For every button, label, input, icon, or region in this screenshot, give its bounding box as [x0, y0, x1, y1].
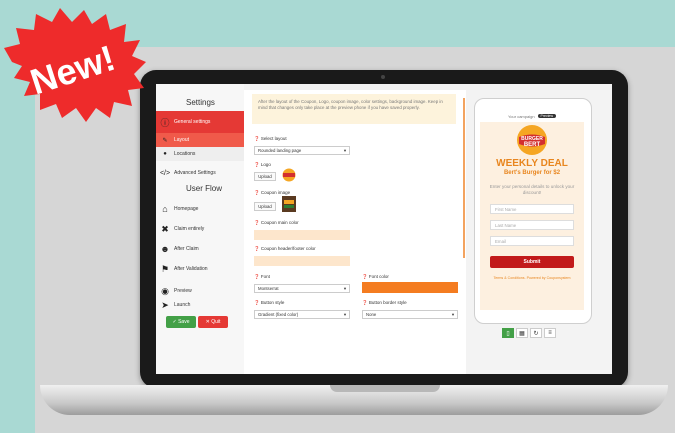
flag-icon: ⚑ — [160, 263, 170, 274]
coupon-image-thumbnail — [282, 196, 296, 212]
sidebar-item-label: Advanced Settings — [174, 170, 216, 176]
font-label-text: Font — [260, 274, 270, 279]
email-field[interactable]: Email — [490, 236, 574, 246]
preview-instructions: Enter your personal details to unlock yo… — [489, 184, 575, 195]
sidebar-item-launch[interactable]: ➤ Launch — [156, 294, 226, 316]
sidebar-item-label: Claim entirely — [174, 226, 205, 232]
font-select[interactable]: Montserrat ▾ — [254, 284, 350, 293]
app-screen: Settings ⓘ General settings ✎ Layout ● L… — [156, 84, 612, 374]
button-border-select[interactable]: None ▾ — [362, 310, 458, 319]
submit-button[interactable]: Submit — [490, 256, 574, 268]
user-icon: ☻ — [160, 244, 170, 254]
quit-button[interactable]: ✕ Quit — [198, 316, 228, 328]
mobile-icon: ▯ — [506, 330, 510, 337]
layout-label-text: Select layout — [260, 136, 287, 141]
header-footer-color-picker[interactable] — [254, 256, 350, 266]
quit-label: Quit — [211, 319, 221, 325]
layout-select-value: Rounded landing page — [258, 148, 302, 153]
burger-bert-logo: BURGER BERT — [517, 125, 547, 155]
chevron-down-icon: ▾ — [451, 311, 454, 317]
logo-thumbnail — [282, 168, 296, 182]
user-flow-heading: User Flow — [186, 184, 223, 193]
upload-label: Upload — [258, 174, 272, 179]
device-tablet-button[interactable]: ▦ — [516, 328, 528, 338]
code-icon: </> — [159, 169, 171, 177]
sidebar-item-homepage[interactable]: ⌂ Homepage — [156, 198, 244, 220]
sidebar-item-label: After Claim — [174, 246, 199, 252]
header-footer-label-text: Coupon header/footer color — [260, 246, 316, 251]
home-icon: ⌂ — [162, 204, 168, 214]
save-label: Save — [178, 319, 190, 325]
button-style-select-value: Gradient (fixed color) — [258, 312, 299, 317]
chevron-down-icon: ▾ — [343, 311, 346, 317]
font-color-label: ❓ Font color — [362, 274, 389, 279]
coupon-image-label-text: Coupon image — [260, 190, 291, 195]
device-mobile-button[interactable]: ▯ — [502, 328, 514, 338]
logo-label: ❓ Logo — [254, 162, 271, 167]
laptop-hinge-notch — [330, 385, 440, 392]
chevron-down-icon: ▾ — [343, 285, 346, 291]
save-button[interactable]: ✓ Save — [166, 316, 196, 328]
coupon-image-upload-button[interactable]: Upload — [254, 202, 276, 211]
send-icon: ➤ — [161, 299, 169, 310]
sidebar-item-claim[interactable]: ✖ Claim entirely — [156, 218, 244, 240]
refresh-button[interactable]: ↻ — [530, 328, 542, 338]
preview-divider — [463, 98, 465, 258]
preview-headline: WEEKLY DEAL — [496, 158, 568, 169]
sidebar-item-label: Launch — [174, 302, 191, 308]
sidebar-item-label: Locations — [174, 151, 196, 157]
main-color-picker[interactable] — [254, 230, 350, 240]
phone-preview-screen: Your campaign Preview BURGER BERT WEEKLY… — [480, 110, 584, 310]
button-border-label: ❓ Button border style — [362, 300, 407, 305]
font-color-label-text: Font color — [368, 274, 389, 279]
sidebar-item-advanced-settings[interactable]: </> Advanced Settings — [156, 162, 244, 184]
logo-label-text: Logo — [260, 162, 271, 167]
refresh-icon: ↻ — [533, 330, 539, 337]
main-color-label-text: Coupon main color — [260, 220, 299, 225]
settings-button[interactable]: ≡ — [544, 328, 556, 338]
first-name-field[interactable]: First Name — [490, 204, 574, 214]
main-color-label: ❓ Coupon main color — [254, 220, 299, 225]
font-label: ❓ Font — [254, 274, 270, 279]
button-border-label-text: Button border style — [368, 300, 407, 305]
layout-label: ❓ Select layout — [254, 136, 287, 141]
sidebar-item-label: After Validation — [174, 266, 208, 272]
logo-line2: BERT — [524, 142, 541, 148]
preview-subhead: Bert's Burger for $2 — [503, 170, 561, 176]
preview-top-text: Your campaign — [508, 113, 535, 119]
settings-form: After the layout of the Coupon, Logo, co… — [244, 90, 466, 374]
sidebar-item-after-validation[interactable]: ⚑ After Validation — [156, 258, 244, 280]
font-select-value: Montserrat — [258, 286, 279, 291]
font-color-picker[interactable] — [362, 282, 458, 293]
button-style-select[interactable]: Gradient (fixed color) ▾ — [254, 310, 350, 319]
button-border-select-value: None — [366, 312, 377, 317]
close-icon: ✖ — [161, 223, 169, 234]
sidebar-item-label: Homepage — [174, 206, 199, 212]
button-style-label-text: Button style — [260, 300, 285, 305]
pin-icon: ● — [163, 151, 167, 157]
layout-select[interactable]: Rounded landing page ▾ — [254, 146, 350, 155]
tablet-icon: ▦ — [519, 330, 525, 337]
sidebar-item-after-claim[interactable]: ☻ After Claim — [156, 238, 244, 260]
sliders-icon: ≡ — [548, 330, 552, 336]
button-style-label: ❓ Button style — [254, 300, 285, 305]
preview-pill: Preview — [537, 114, 556, 118]
logo-upload-button[interactable]: Upload — [254, 172, 276, 181]
laptop-camera — [381, 75, 385, 79]
last-name-field[interactable]: Last Name — [490, 220, 574, 230]
info-notice: After the layout of the Coupon, Logo, co… — [252, 94, 456, 124]
upload-label: Upload — [258, 204, 272, 209]
preview-topbar: Your campaign Preview — [480, 110, 584, 122]
header-footer-color-label: ❓ Coupon header/footer color — [254, 246, 316, 251]
new-badge: New! — [4, 8, 146, 122]
preview-terms: Terms & Conditions. Powered by Couponsys… — [493, 276, 571, 280]
chevron-down-icon: ▾ — [343, 147, 346, 153]
